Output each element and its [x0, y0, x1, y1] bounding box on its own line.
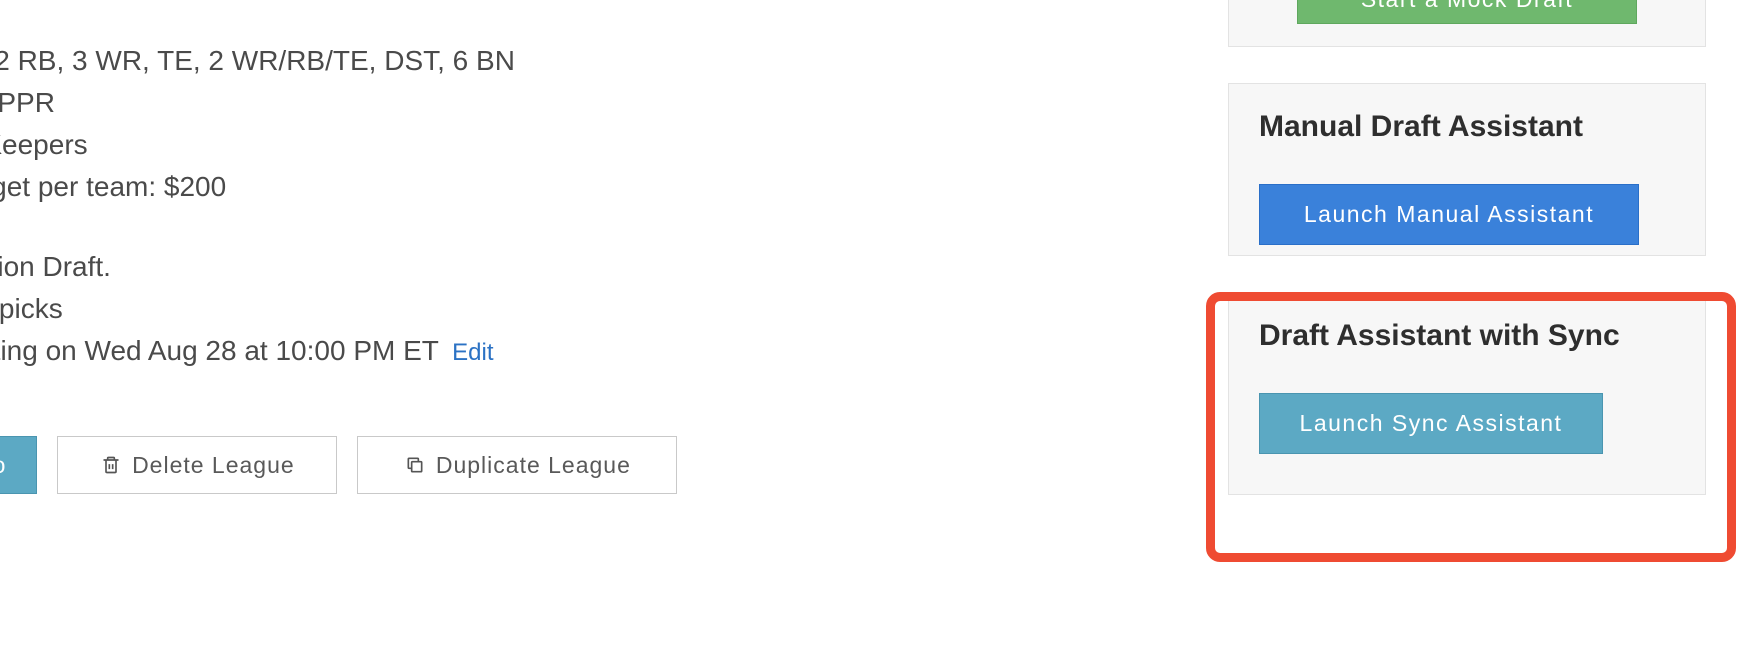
delete-league-button[interactable]: Delete League	[57, 436, 337, 494]
edit-draft-time-link[interactable]: Edit	[452, 339, 493, 366]
manual-draft-title: Manual Draft Assistant	[1259, 110, 1675, 144]
duplicate-league-label: Duplicate League	[436, 452, 631, 479]
draft-sync-title: Draft Assistant with Sync	[1259, 319, 1675, 353]
duplicate-league-button[interactable]: Duplicate League	[357, 436, 677, 494]
duplicate-icon	[404, 454, 426, 476]
sidebar: Start a Mock Draft Manual Draft Assistan…	[1228, 0, 1706, 531]
budget-line: udget per team: $200	[0, 166, 860, 208]
launch-manual-assistant-button[interactable]: Launch Manual Assistant	[1259, 184, 1639, 245]
draft-time-line: rafting on Wed Aug 28 at 10:00 PM ET Edi…	[0, 330, 860, 372]
yahoo-button-label: hoo	[0, 452, 6, 479]
keepers-line: o Keepers	[0, 124, 860, 166]
trash-icon	[100, 454, 122, 476]
picks-line: 02 picks	[0, 288, 860, 330]
manual-draft-panel: Manual Draft Assistant Launch Manual Ass…	[1228, 83, 1706, 256]
league-details: B, 2 RB, 3 WR, TE, 2 WR/RB/TE, DST, 6 BN…	[0, 40, 860, 494]
league-action-row: hoo Delete League Duplicate League	[0, 436, 860, 494]
start-mock-draft-button[interactable]: Start a Mock Draft	[1297, 0, 1637, 24]
delete-league-label: Delete League	[132, 452, 295, 479]
yahoo-button[interactable]: hoo	[0, 436, 37, 494]
draft-time-text: rafting on Wed Aug 28 at 10:00 PM ET	[0, 335, 438, 366]
roster-line: B, 2 RB, 3 WR, TE, 2 WR/RB/TE, DST, 6 BN	[0, 40, 860, 82]
scoring-line: alf PPR	[0, 82, 860, 124]
draft-sync-panel: Draft Assistant with Sync Launch Sync As…	[1228, 292, 1706, 495]
launch-sync-assistant-button[interactable]: Launch Sync Assistant	[1259, 393, 1603, 454]
mock-draft-panel: Start a Mock Draft	[1228, 0, 1706, 47]
draft-type-line: uction Draft.	[0, 246, 860, 288]
